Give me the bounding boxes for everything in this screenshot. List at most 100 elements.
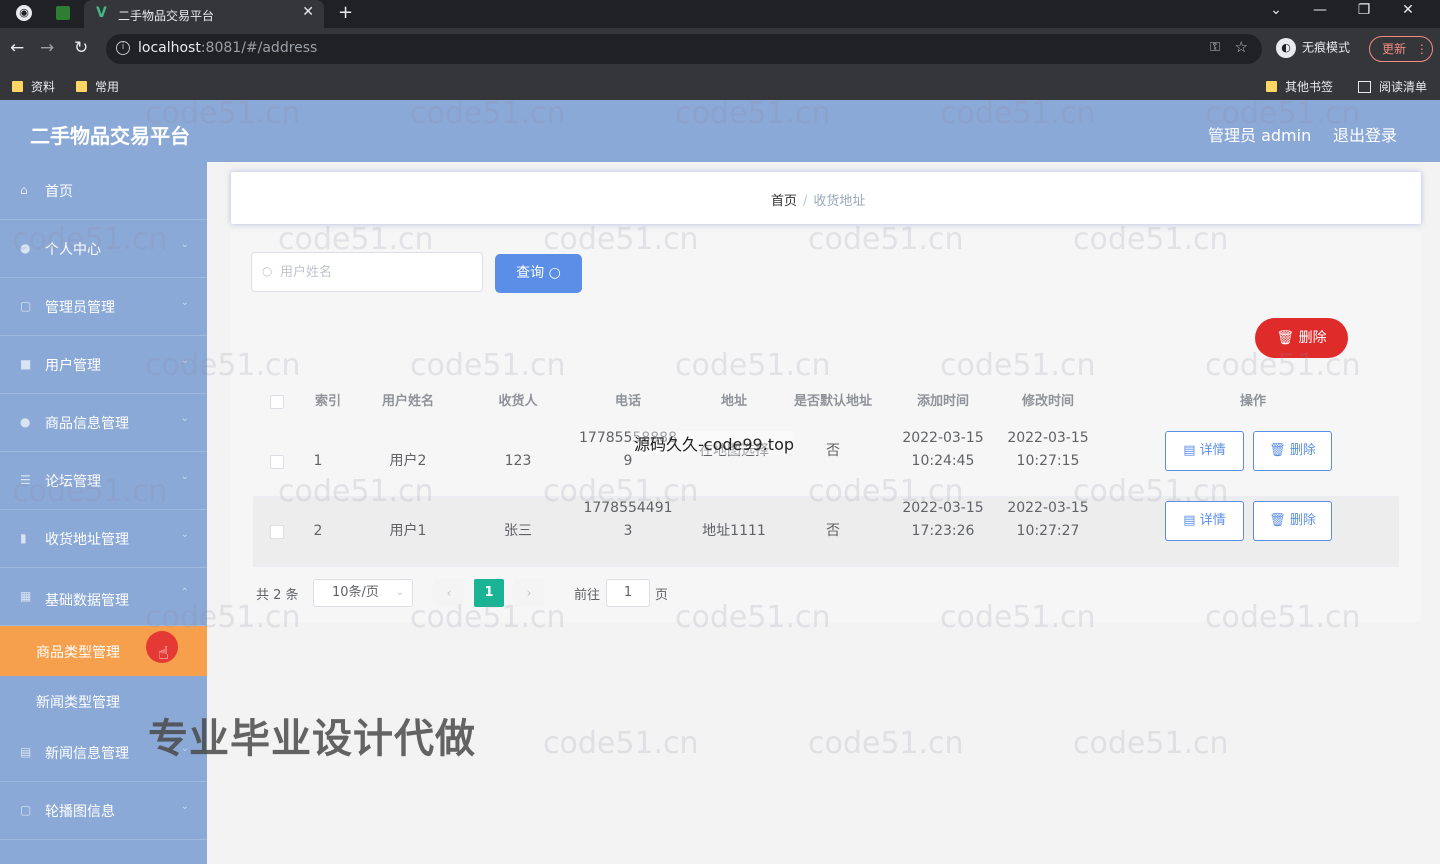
trash-icon: 🗑: [1269, 513, 1286, 528]
select-all-checkbox[interactable]: [270, 395, 284, 409]
key-icon[interactable]: ⚿: [1210, 40, 1220, 55]
other-bookmarks[interactable]: 其他书签: [1266, 78, 1333, 95]
query-button[interactable]: 查询 ○: [495, 254, 582, 293]
trash-icon: 🗑: [1276, 330, 1295, 346]
bookmark-folder[interactable]: 资料: [12, 78, 55, 95]
column-header: 索引: [314, 394, 341, 409]
cell-address: 地址1111: [702, 523, 766, 539]
sidebar-item-users[interactable]: ■ 用户管理 ⌄: [0, 336, 207, 394]
next-page-button[interactable]: ›: [514, 579, 544, 607]
chevron-down-icon[interactable]: ⌄: [1254, 2, 1298, 18]
news-icon: ▤: [20, 745, 32, 759]
star-icon[interactable]: ☆: [1235, 38, 1248, 56]
cell-receiver: 张三: [504, 523, 532, 539]
sidebar-item-address[interactable]: ▮ 收货地址管理 ⌄: [0, 510, 207, 568]
logout-link[interactable]: 退出登录: [1333, 122, 1397, 146]
column-header: 添加时间: [916, 394, 969, 409]
sidebar-item-goods[interactable]: ● 商品信息管理 ⌄: [0, 394, 207, 452]
batch-delete-button[interactable]: 🗑 删除: [1255, 318, 1348, 358]
sidebar-item-profile[interactable]: ● 个人中心 ⌄: [0, 220, 207, 278]
app-header: 二手物品交易平台 管理员 admin 退出登录: [0, 100, 1440, 162]
search-input[interactable]: [280, 261, 470, 283]
sidebar-item-forum[interactable]: ☰ 论坛管理 ⌄: [0, 452, 207, 510]
table-row: 1 用户2 123 17785558888 9 在地图选择 否 2022-03-1…: [253, 427, 1399, 497]
column-header: 用户姓名: [381, 394, 434, 409]
omnibox[interactable]: i localhost:8081/#/address ⚿ ☆: [106, 34, 1262, 64]
reading-list[interactable]: 阅读清单: [1358, 78, 1427, 95]
breadcrumb-home[interactable]: 首页: [771, 194, 797, 209]
row-delete-button[interactable]: 🗑 删除: [1253, 501, 1332, 541]
pagination: 共 2 条 10条/页 ⌄ ‹ 1 › 前往 1 页: [256, 577, 756, 607]
back-icon[interactable]: ←: [10, 38, 24, 58]
cell-index: 1: [313, 453, 323, 469]
reading-list-icon: [1358, 81, 1371, 93]
sidebar-item-admins[interactable]: ▢ 管理员管理 ⌄: [0, 278, 207, 336]
reload-icon[interactable]: ↻: [74, 38, 88, 58]
new-tab-icon[interactable]: +: [338, 2, 353, 23]
window-controls: ⌄ — ❐ ✕: [1254, 2, 1430, 18]
bookmark-folder[interactable]: 常用: [76, 78, 119, 95]
row-checkbox[interactable]: [270, 525, 284, 539]
breadcrumb: 首页 / 收货地址: [771, 194, 866, 209]
globe-icon[interactable]: ◉: [16, 5, 32, 21]
page-size-select[interactable]: 10条/页 ⌄: [313, 579, 413, 607]
trash-icon: 🗑: [1269, 443, 1286, 458]
admin-icon: ▢: [20, 299, 32, 313]
cell-user: 用户1: [389, 523, 427, 539]
cell-added: 2022-03-15 17:23:26: [902, 500, 984, 539]
column-header: 操作: [1239, 394, 1266, 409]
cell-modified: 2022-03-15 10:27:15: [1007, 430, 1089, 469]
cell-default: 否: [826, 523, 840, 539]
page-number[interactable]: 1: [474, 579, 504, 607]
column-header: 修改时间: [1021, 394, 1074, 409]
row-delete-button[interactable]: 🗑 删除: [1253, 431, 1332, 471]
cell-user: 用户2: [389, 453, 427, 469]
info-icon[interactable]: i: [116, 41, 130, 55]
content-panel: ○ 查询 ○ 🗑 删除 索引 用户姓名 收货人 电话 地址 是否默认地址 添加时…: [231, 232, 1421, 622]
chevron-down-icon: ⌄: [180, 239, 189, 250]
vue-icon: V: [96, 5, 107, 21]
window-close-icon[interactable]: ✕: [1386, 2, 1430, 18]
update-button[interactable]: 更新 ⋮: [1369, 36, 1433, 62]
bookmarks-bar: 资料 常用 其他书签 阅读清单: [0, 70, 1440, 100]
sidebar-item-basic-data[interactable]: ▦ 基础数据管理 ⌃: [0, 568, 207, 626]
document-icon: ▤: [1183, 443, 1196, 458]
minimize-icon[interactable]: —: [1298, 2, 1342, 18]
incognito-indicator[interactable]: ◐ 无痕模式: [1276, 38, 1350, 58]
chevron-down-icon: ⌄: [180, 801, 189, 812]
folder-icon: [76, 81, 87, 92]
sidebar-item-carousel[interactable]: ▢ 轮播图信息 ⌄: [0, 782, 207, 840]
prev-page-button[interactable]: ‹: [434, 579, 464, 607]
app-tab-icon[interactable]: [56, 6, 70, 20]
cell-default: 否: [826, 443, 840, 459]
more-icon[interactable]: ⋮: [1416, 42, 1428, 56]
document-icon: ▤: [1183, 513, 1196, 528]
browser-tab[interactable]: V 二手物品交易平台 ✕: [84, 0, 324, 28]
sidebar-item-home[interactable]: ⌂ 首页: [0, 162, 207, 220]
home-icon: ⌂: [20, 183, 28, 197]
incognito-icon: ◐: [1276, 38, 1296, 58]
cell-phone: 1778554491 3: [583, 500, 673, 539]
column-header: 是否默认地址: [793, 394, 872, 409]
forward-icon[interactable]: →: [40, 38, 54, 58]
url-text[interactable]: localhost:8081/#/address: [138, 40, 317, 56]
search-box[interactable]: ○: [251, 252, 483, 292]
cell-added: 2022-03-15 10:24:45: [902, 430, 984, 469]
close-icon[interactable]: ✕: [302, 4, 314, 20]
chevron-down-icon: ⌄: [180, 297, 189, 308]
goto-page-input[interactable]: 1: [606, 579, 650, 607]
goods-icon: ●: [20, 415, 31, 429]
address-bar-row: ← → ↻ i localhost:8081/#/address ⚿ ☆ ◐ 无痕…: [0, 28, 1440, 70]
detail-button[interactable]: ▤ 详情: [1165, 501, 1244, 541]
data-icon: ▦: [20, 589, 32, 603]
search-icon: ○: [548, 265, 561, 281]
forum-icon: ☰: [20, 473, 31, 487]
chart-icon: ▮: [20, 531, 27, 545]
row-checkbox[interactable]: [270, 455, 284, 469]
restore-icon[interactable]: ❐: [1342, 2, 1386, 18]
hand-cursor-icon: ☝: [158, 643, 169, 664]
page-unit-label: 页: [655, 588, 669, 603]
column-header: 收货人: [498, 394, 538, 409]
breadcrumb-current: 收货地址: [813, 194, 866, 209]
detail-button[interactable]: ▤ 详情: [1165, 431, 1244, 471]
